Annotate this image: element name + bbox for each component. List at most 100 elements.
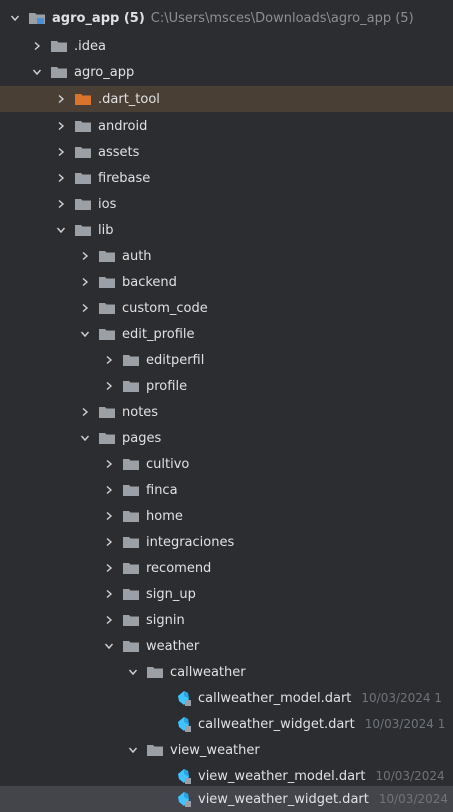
tree-item-label: profile [146, 378, 188, 394]
tree-row-dart-tool[interactable]: .dart_tool [0, 86, 453, 112]
folder-icon [122, 607, 140, 633]
tree-item-label: callweather [170, 664, 246, 680]
chevron-right-icon[interactable] [102, 477, 116, 503]
tree-row-profile[interactable]: profile [0, 373, 453, 399]
folder-icon [122, 477, 140, 503]
chevron-down-icon[interactable] [8, 5, 22, 31]
chevron-right-icon[interactable] [78, 295, 92, 321]
folder-icon [50, 59, 68, 85]
tree-item-label: android [98, 118, 148, 134]
tree-row-auth[interactable]: auth [0, 243, 453, 269]
tree-row-view-weather[interactable]: view_weather [0, 737, 453, 763]
tree-row-integraciones[interactable]: integraciones [0, 529, 453, 555]
chevron-down-icon[interactable] [126, 737, 140, 763]
file-date: 10/03/2024 1 [361, 691, 443, 705]
tree-item-label: firebase [98, 170, 151, 186]
chevron-right-icon[interactable] [54, 191, 68, 217]
root-path: C:\Users\msces\Downloads\agro_app (5) [150, 10, 414, 26]
folder-icon [146, 737, 164, 763]
chevron-right-icon[interactable] [54, 139, 68, 165]
tree-row-ios[interactable]: ios [0, 191, 453, 217]
folder-icon [122, 373, 140, 399]
chevron-right-icon[interactable] [30, 33, 44, 59]
tree-row-home[interactable]: home [0, 503, 453, 529]
chevron-down-icon[interactable] [54, 217, 68, 243]
chevron-right-icon[interactable] [102, 529, 116, 555]
tree-row-recomend[interactable]: recomend [0, 555, 453, 581]
folder-icon [98, 425, 116, 451]
dart-file-icon [176, 685, 194, 711]
tree-item-label: pages [122, 430, 162, 446]
excluded-folder-icon [74, 86, 92, 112]
chevron-down-icon[interactable] [30, 59, 44, 85]
folder-icon [122, 347, 140, 373]
tree-row-view-weather-widget[interactable]: view_weather_widget.dart 10/03/2024 [0, 786, 453, 812]
folder-icon [98, 321, 116, 347]
dart-file-icon [176, 786, 194, 812]
folder-icon [122, 633, 140, 659]
chevron-down-icon[interactable] [102, 633, 116, 659]
chevron-right-icon[interactable] [102, 451, 116, 477]
tree-item-label: integraciones [146, 534, 235, 550]
chevron-right-icon[interactable] [78, 243, 92, 269]
tree-row-lib[interactable]: lib [0, 217, 453, 243]
chevron-down-icon[interactable] [78, 321, 92, 347]
chevron-right-icon[interactable] [54, 113, 68, 139]
tree-row-notes[interactable]: notes [0, 399, 453, 425]
tree-row-idea[interactable]: .idea [0, 33, 453, 59]
chevron-right-icon[interactable] [54, 86, 68, 112]
chevron-right-icon[interactable] [54, 165, 68, 191]
folder-icon [122, 451, 140, 477]
folder-icon [98, 269, 116, 295]
chevron-right-icon[interactable] [78, 269, 92, 295]
tree-row-custom-code[interactable]: custom_code [0, 295, 453, 321]
folder-icon [98, 243, 116, 269]
tree-item-label: assets [98, 144, 140, 160]
tree-row-backend[interactable]: backend [0, 269, 453, 295]
tree-row-cultivo[interactable]: cultivo [0, 451, 453, 477]
tree-item-label: auth [122, 248, 152, 264]
tree-row-signin[interactable]: signin [0, 607, 453, 633]
tree-row-callweather[interactable]: callweather [0, 659, 453, 685]
tree-item-label: custom_code [122, 300, 208, 316]
folder-icon [74, 191, 92, 217]
tree-item-label: editperfil [146, 352, 205, 368]
tree-row-assets[interactable]: assets [0, 139, 453, 165]
tree-row-agro-app[interactable]: agro_app [0, 59, 453, 85]
file-name: callweather_model.dart [198, 690, 352, 706]
file-name: view_weather_model.dart [198, 768, 366, 784]
tree-row-finca[interactable]: finca [0, 477, 453, 503]
folder-icon [146, 659, 164, 685]
tree-item-label: signin [146, 612, 185, 628]
chevron-down-icon[interactable] [78, 425, 92, 451]
tree-item-label: .dart_tool [98, 91, 160, 107]
chevron-right-icon[interactable] [78, 399, 92, 425]
folder-icon [122, 529, 140, 555]
dart-file-icon [176, 711, 194, 737]
chevron-right-icon[interactable] [102, 503, 116, 529]
chevron-right-icon[interactable] [102, 347, 116, 373]
tree-item-label: ios [98, 196, 117, 212]
chevron-right-icon[interactable] [102, 555, 116, 581]
chevron-right-icon[interactable] [102, 581, 116, 607]
root-name: agro_app (5) [52, 10, 145, 26]
tree-row-callweather-widget[interactable]: callweather_widget.dart 10/03/2024 1 [0, 711, 453, 737]
tree-row-editperfil[interactable]: editperfil [0, 347, 453, 373]
chevron-right-icon[interactable] [102, 373, 116, 399]
tree-row-pages[interactable]: pages [0, 425, 453, 451]
tree-row-weather[interactable]: weather [0, 633, 453, 659]
tree-row-edit-profile[interactable]: edit_profile [0, 321, 453, 347]
file-name: callweather_widget.dart [198, 716, 355, 732]
tree-item-label: agro_app [74, 64, 135, 80]
project-tree: agro_app (5) C:\Users\msces\Downloads\ag… [0, 0, 453, 812]
tree-row-firebase[interactable]: firebase [0, 165, 453, 191]
chevron-right-icon[interactable] [102, 607, 116, 633]
tree-row-root[interactable]: agro_app (5) C:\Users\msces\Downloads\ag… [0, 5, 453, 31]
tree-item-label: .idea [74, 38, 106, 54]
tree-item-label: notes [122, 404, 159, 420]
tree-row-sign-up[interactable]: sign_up [0, 581, 453, 607]
tree-row-android[interactable]: android [0, 113, 453, 139]
tree-row-callweather-model[interactable]: callweather_model.dart 10/03/2024 1 [0, 685, 453, 711]
chevron-down-icon[interactable] [126, 659, 140, 685]
file-date: 10/03/2024 [375, 769, 445, 783]
